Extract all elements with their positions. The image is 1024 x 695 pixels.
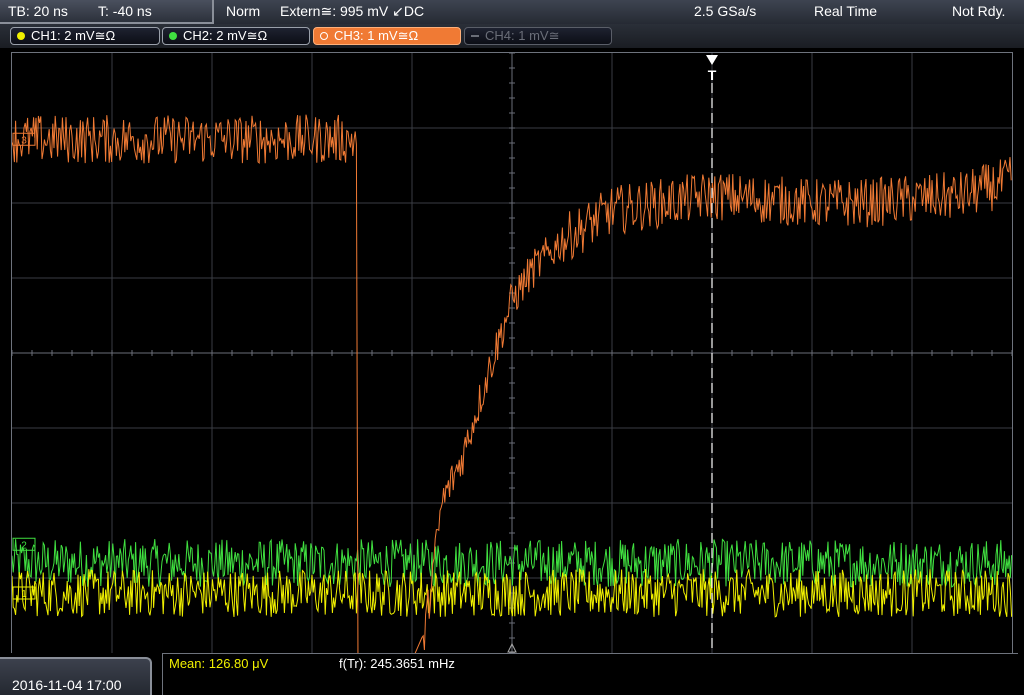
ch3-indicator-icon bbox=[320, 32, 328, 40]
bottom-bar: 2016-11-04 17:00 Mean: 126.80 μV f(Tr): … bbox=[0, 653, 1024, 695]
sample-rate-label[interactable]: 2.5 GSa/s bbox=[694, 3, 756, 19]
timebase-label: TB: 20 ns bbox=[8, 3, 68, 19]
channel-tab-label: CH3: 1 mV≅Ω bbox=[334, 28, 419, 43]
datetime-panel: 2016-11-04 17:00 bbox=[0, 657, 152, 695]
channel-level-marker-label: 1 bbox=[21, 589, 27, 600]
measurement-panel[interactable]: Mean: 126.80 μV f(Tr): 245.3651 mHz bbox=[162, 653, 1018, 695]
channel-tab-ch2[interactable]: CH2: 2 mV≅Ω bbox=[162, 27, 310, 45]
channel-level-marker-label: 3 bbox=[21, 135, 27, 146]
channel-tab-label: CH1: 2 mV≅Ω bbox=[31, 28, 116, 43]
trigger-mode-label[interactable]: Norm bbox=[226, 3, 260, 19]
trigger-arrow-icon bbox=[706, 55, 718, 65]
acquisition-mode-label[interactable]: Real Time bbox=[814, 3, 877, 19]
waveform-display[interactable]: T 1 2 3 bbox=[11, 52, 1013, 669]
channel-tab-ch4[interactable]: CH4: 1 mV≅ bbox=[464, 27, 612, 45]
channel-tab-ch1[interactable]: CH1: 2 mV≅Ω bbox=[10, 27, 160, 45]
waveform-svg: T 1 2 3 bbox=[11, 52, 1013, 669]
measurement-frequency[interactable]: f(Tr): 245.3651 mHz bbox=[339, 656, 455, 671]
trigger-time-label: T: -40 ns bbox=[98, 3, 152, 19]
ch4-indicator-icon bbox=[471, 35, 479, 37]
ch1-indicator-icon bbox=[17, 32, 25, 40]
status-bar: TB: 20 ns T: -40 ns Norm Extern≅: 995 mV… bbox=[0, 0, 1024, 25]
channel-tab-ch3[interactable]: CH3: 1 mV≅Ω bbox=[313, 27, 461, 45]
status-label: Not Rdy. bbox=[952, 3, 1006, 19]
trigger-source-label[interactable]: Extern≅: 995 mV ↙DC bbox=[280, 3, 424, 20]
channel-level-marker-label: 2 bbox=[21, 540, 27, 551]
channel-tab-label: CH2: 2 mV≅Ω bbox=[183, 28, 268, 43]
oscilloscope-screen: TB: 20 ns T: -40 ns Norm Extern≅: 995 mV… bbox=[0, 0, 1024, 695]
ch2-indicator-icon bbox=[169, 32, 177, 40]
channel-tabs: CH1: 2 mV≅Ω CH2: 2 mV≅Ω CH3: 1 mV≅Ω CH4:… bbox=[0, 24, 1024, 48]
trigger-marker-label: T bbox=[708, 67, 717, 83]
channel-tab-label: CH4: 1 mV≅ bbox=[485, 28, 560, 43]
datetime-label: 2016-11-04 17:00 bbox=[12, 677, 122, 693]
timebase-panel[interactable]: TB: 20 ns T: -40 ns bbox=[0, 0, 214, 24]
measurement-mean[interactable]: Mean: 126.80 μV bbox=[169, 656, 268, 671]
